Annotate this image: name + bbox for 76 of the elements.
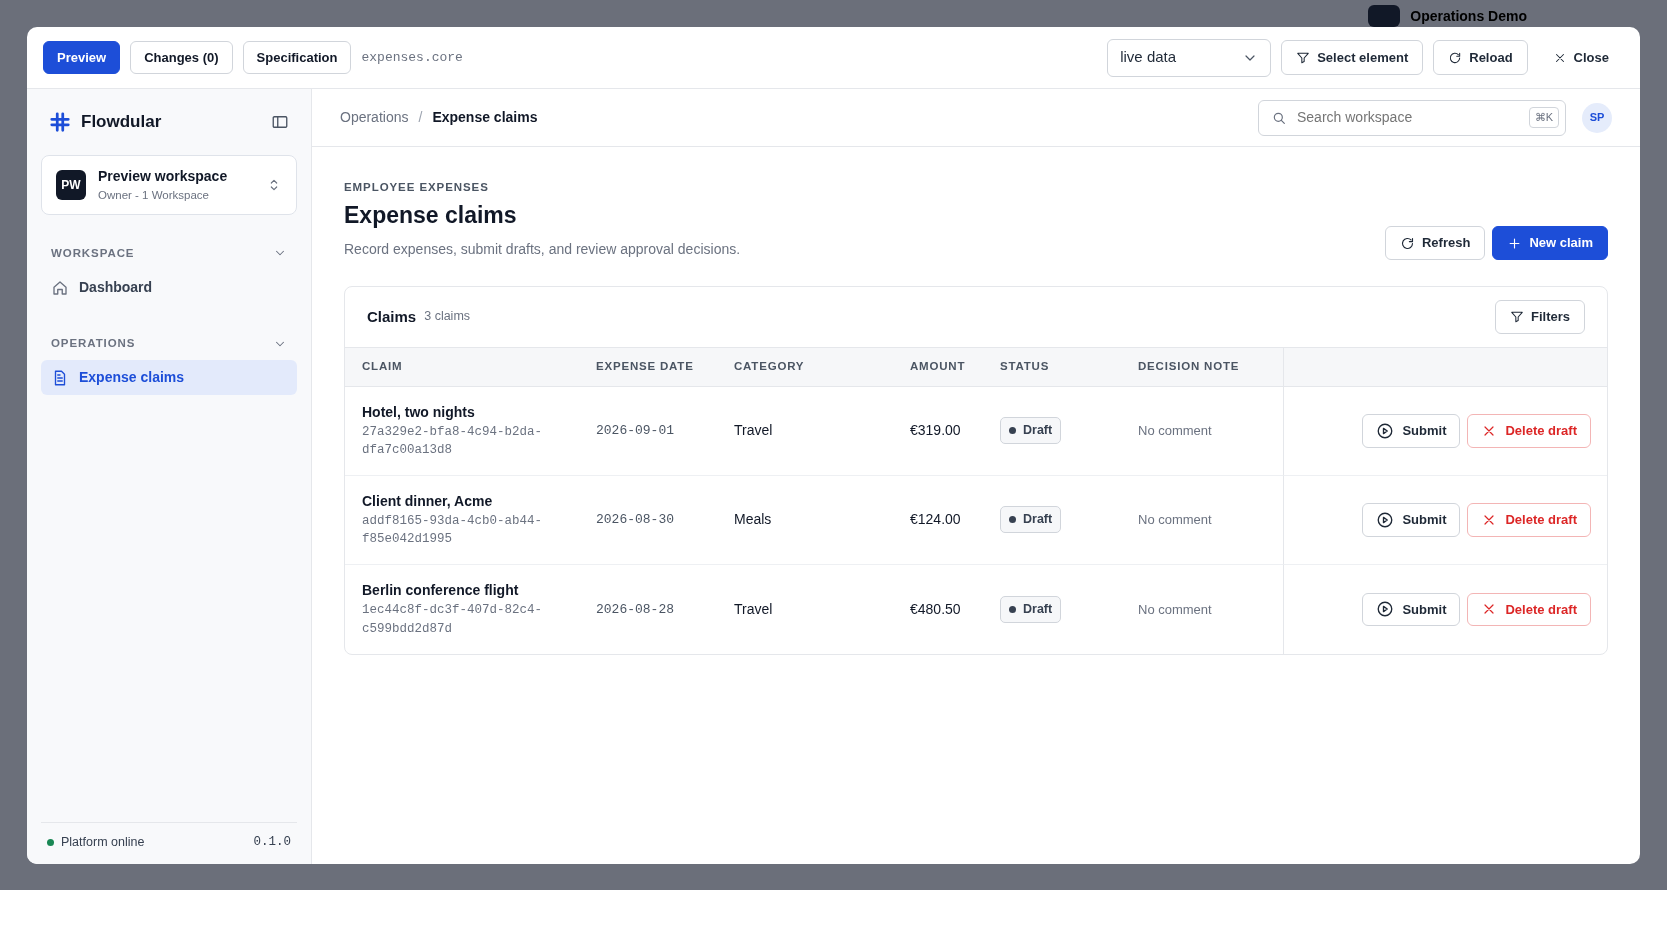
card-title: Claims bbox=[367, 306, 417, 327]
claim-name: Client dinner, Acme bbox=[362, 491, 493, 511]
filters-button[interactable]: Filters bbox=[1495, 300, 1585, 334]
workspace-name: Preview workspace bbox=[98, 166, 229, 186]
column-header: AMOUNT bbox=[893, 346, 983, 387]
amount-cell-text: €319.00 bbox=[910, 421, 961, 441]
sidebar-item[interactable]: Expense claims bbox=[41, 360, 297, 396]
decision-note: No comment bbox=[1138, 600, 1212, 619]
data-source-select[interactable]: live data bbox=[1107, 38, 1272, 77]
search-input[interactable]: Search workspace bbox=[1295, 106, 1521, 129]
category-cell-text: Travel bbox=[734, 421, 773, 441]
column-header: EXPENSE DATE bbox=[579, 346, 717, 387]
tab[interactable]: Changes (0) bbox=[130, 40, 233, 75]
breadcrumb[interactable]: Operations bbox=[340, 107, 409, 128]
submit-button[interactable]: Submit bbox=[1362, 414, 1461, 448]
workspace-switcher[interactable]: PW Preview workspace Owner - 1 Workspace bbox=[41, 154, 297, 215]
page-eyebrow: EMPLOYEE EXPENSES bbox=[344, 180, 490, 195]
play-circle-icon bbox=[1376, 600, 1395, 619]
decision-note: No comment bbox=[1138, 422, 1212, 440]
play-circle-icon bbox=[1376, 510, 1395, 529]
claim-name: Hotel, two nights bbox=[362, 402, 475, 422]
category-cell-text: Meals bbox=[734, 510, 772, 530]
submit-button[interactable]: Submit bbox=[1362, 592, 1461, 626]
plus-icon bbox=[1507, 235, 1523, 251]
user-avatar[interactable]: SP bbox=[1582, 102, 1612, 133]
date-cell-text: 2026-09-01 bbox=[596, 422, 674, 440]
logo-icon bbox=[49, 110, 71, 133]
claim-name: Berlin conference flight bbox=[362, 581, 519, 600]
tab[interactable]: Preview bbox=[43, 40, 121, 75]
reload-icon bbox=[1448, 50, 1463, 65]
play-circle-icon bbox=[1376, 421, 1395, 440]
select-element-button[interactable]: Select element bbox=[1281, 39, 1424, 76]
date-cell-text: 2026-08-28 bbox=[596, 600, 674, 619]
submit-button[interactable]: Submit bbox=[1362, 503, 1461, 537]
amount-cell-text: €480.50 bbox=[910, 599, 961, 619]
breadcrumb: Expense claims bbox=[432, 108, 538, 127]
version-label: 0.1.0 bbox=[253, 834, 291, 852]
amount-cell-text: €124.00 bbox=[910, 510, 961, 530]
filter-icon bbox=[1296, 50, 1311, 65]
status-label: Platform online bbox=[61, 834, 145, 852]
column-header: DECISION NOTE bbox=[1121, 346, 1283, 387]
workspace-role: Owner - 1 Workspace bbox=[98, 187, 210, 203]
module-name: expenses.core bbox=[361, 48, 463, 67]
new-claim-button[interactable]: New claim bbox=[1492, 226, 1608, 260]
date-cell-text: 2026-08-30 bbox=[596, 511, 674, 529]
breadcrumb-separator: / bbox=[418, 108, 423, 127]
sidebar-item[interactable]: Dashboard bbox=[41, 270, 297, 305]
claim-id: addf8165-93da-4cb0-ab44-f85e042d1995 bbox=[362, 512, 544, 549]
status-badge: Draft bbox=[1000, 595, 1062, 623]
page-title: Expense claims bbox=[344, 201, 518, 231]
section-heading: WORKSPACE bbox=[51, 245, 135, 261]
status-badge: Draft bbox=[1000, 417, 1062, 445]
shortcut-hint: ⌘K bbox=[1528, 107, 1559, 128]
column-header: CLAIM bbox=[345, 346, 579, 387]
app-title: Operations Demo bbox=[1410, 6, 1527, 26]
delete-draft-button[interactable]: Delete draft bbox=[1467, 414, 1591, 448]
section-heading: OPERATIONS bbox=[51, 336, 136, 351]
reload-button[interactable]: Reload bbox=[1433, 39, 1528, 76]
search-field[interactable]: Search workspace ⌘K bbox=[1258, 99, 1566, 136]
claim-count: 3 claims bbox=[424, 308, 471, 326]
category-cell-text: Travel bbox=[734, 599, 773, 619]
claim-id: 1ec44c8f-dc3f-407d-82c4-c599bdd2d87d bbox=[362, 602, 544, 638]
delete-draft-button[interactable]: Delete draft bbox=[1467, 592, 1591, 626]
page-description: Record expenses, submit drafts, and review approval decisions. bbox=[344, 239, 742, 259]
tab[interactable]: Specification bbox=[242, 40, 352, 75]
filter-icon bbox=[1510, 309, 1524, 324]
workspace-avatar: PW bbox=[56, 169, 86, 200]
column-header: STATUS bbox=[983, 346, 1121, 387]
refresh-button[interactable]: Refresh bbox=[1385, 226, 1486, 260]
column-header: CATEGORY bbox=[717, 346, 893, 387]
decision-note: No comment bbox=[1138, 511, 1212, 529]
status-badge: Draft bbox=[1000, 506, 1062, 534]
delete-draft-button[interactable]: Delete draft bbox=[1467, 503, 1591, 537]
brand-name: Flowdular bbox=[81, 111, 162, 133]
refresh-icon bbox=[1400, 235, 1415, 251]
claim-id: 27a329e2-bfa8-4c94-b2da-dfa7c00a13d8 bbox=[362, 423, 544, 460]
